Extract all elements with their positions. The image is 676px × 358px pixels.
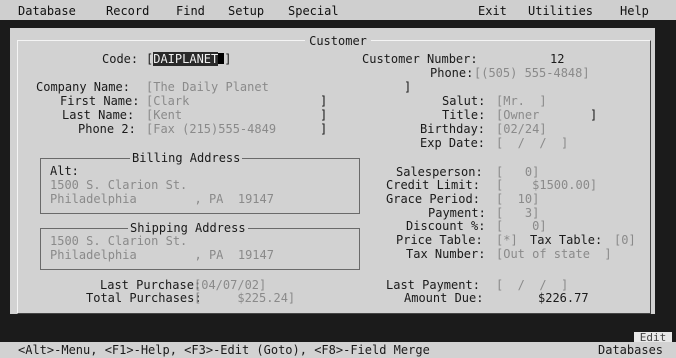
code-value: DAIPLANET xyxy=(153,52,219,66)
credit-limit-field[interactable]: [ $1500.00] xyxy=(496,178,597,192)
billing-alt-label: Alt: xyxy=(50,164,79,178)
menu-bar: Database Record Find Setup Special Exit … xyxy=(0,0,676,20)
last-purchase-label: Last Purchase: xyxy=(100,278,202,292)
tax-number-label: Tax Number: xyxy=(406,247,486,261)
last-payment-field[interactable]: [ / / ] xyxy=(496,278,568,292)
title-close: ] xyxy=(590,108,598,122)
customer-number-label: Customer Number: xyxy=(362,52,478,66)
status-mode: Databases xyxy=(598,343,664,357)
menu-database[interactable]: Database xyxy=(18,4,76,18)
shipping-street[interactable]: 1500 S. Clarion St. xyxy=(50,234,187,248)
menu-find[interactable]: Find xyxy=(176,4,205,18)
company-name-close: ] xyxy=(404,80,412,94)
last-name-label: Last Name: xyxy=(62,108,135,122)
menu-setup[interactable]: Setup xyxy=(228,4,264,18)
discount-label: Discount %: xyxy=(406,219,486,233)
payment-label: Payment: xyxy=(428,206,486,220)
menu-help[interactable]: Help xyxy=(620,4,649,18)
company-name-field[interactable]: [The Daily Planet xyxy=(146,80,269,94)
last-name-close: ] xyxy=(320,108,328,122)
shipping-address-title: Shipping Address xyxy=(128,221,248,235)
title-field[interactable]: [Owner xyxy=(496,108,539,122)
tax-table-field[interactable]: [0] xyxy=(614,233,636,247)
status-bar: <Alt>-Menu, <F1>-Help, <F3>-Edit (Goto),… xyxy=(0,342,676,358)
status-hints: <Alt>-Menu, <F1>-Help, <F3>-Edit (Goto),… xyxy=(18,343,430,357)
menu-utilities[interactable]: Utilities xyxy=(528,4,593,18)
first-name-field[interactable]: [Clark xyxy=(146,94,189,108)
grace-period-field[interactable]: [ 10] xyxy=(496,192,539,206)
phone-field[interactable]: [(505) 555-4848] xyxy=(474,66,590,80)
tax-number-field[interactable]: [Out of state ] xyxy=(496,247,612,261)
menu-exit[interactable]: Exit xyxy=(478,4,507,18)
salesperson-label: Salesperson: xyxy=(396,165,483,179)
price-table-field[interactable]: [*] xyxy=(496,233,518,247)
price-table-label: Price Table: xyxy=(396,233,483,247)
birthday-label: Birthday: xyxy=(420,122,486,136)
window-title: Customer xyxy=(0,34,676,48)
birthday-field[interactable]: [02/24] xyxy=(496,122,547,136)
code-field[interactable]: [DAIPLANET] xyxy=(146,52,232,66)
amount-due-label: Amount Due: xyxy=(404,291,484,305)
payment-field[interactable]: [ 3] xyxy=(496,206,539,220)
salesperson-field[interactable]: [ 0] xyxy=(496,165,539,179)
customer-number-value: 12 xyxy=(550,52,565,66)
exp-date-label: Exp Date: xyxy=(420,136,486,150)
code-label: Code: xyxy=(102,52,139,66)
first-name-label: First Name: xyxy=(60,94,140,108)
company-name-label: Company Name: xyxy=(36,80,130,94)
last-name-field[interactable]: [Kent xyxy=(146,108,182,122)
credit-limit-label: Credit Limit: xyxy=(386,178,480,192)
billing-city-state-zip[interactable]: Philadelphia , PA 19147 xyxy=(50,192,274,206)
text-cursor xyxy=(218,53,225,64)
amount-due-value: $226.77 xyxy=(538,291,589,305)
shipping-city-state-zip[interactable]: Philadelphia , PA 19147 xyxy=(50,248,274,262)
first-name-close: ] xyxy=(320,94,328,108)
total-purchases-field[interactable]: [ $225.24] xyxy=(194,291,295,305)
phone2-label: Phone 2: xyxy=(78,122,136,136)
phone2-close: ] xyxy=(320,122,328,136)
discount-field[interactable]: [ 0] xyxy=(496,219,547,233)
grace-period-label: Grace Period: xyxy=(386,192,480,206)
tax-table-label: Tax Table: xyxy=(530,233,603,247)
phone-label: Phone: xyxy=(430,66,474,80)
billing-street[interactable]: 1500 S. Clarion St. xyxy=(50,178,187,192)
menu-record[interactable]: Record xyxy=(106,4,149,18)
phone2-field[interactable]: [Fax (215)555-4849 xyxy=(146,122,276,136)
salut-field[interactable]: [Mr. ] xyxy=(496,94,547,108)
salut-label: Salut: xyxy=(442,94,486,108)
last-purchase-field[interactable]: [04/07/02] xyxy=(194,278,266,292)
total-purchases-label: Total Purchases: xyxy=(86,291,202,305)
title-label: Title: xyxy=(442,108,486,122)
last-payment-label: Last Payment: xyxy=(386,278,480,292)
menu-special[interactable]: Special xyxy=(288,4,339,18)
exp-date-field[interactable]: [ / / ] xyxy=(496,136,568,150)
billing-address-title: Billing Address xyxy=(130,151,243,165)
